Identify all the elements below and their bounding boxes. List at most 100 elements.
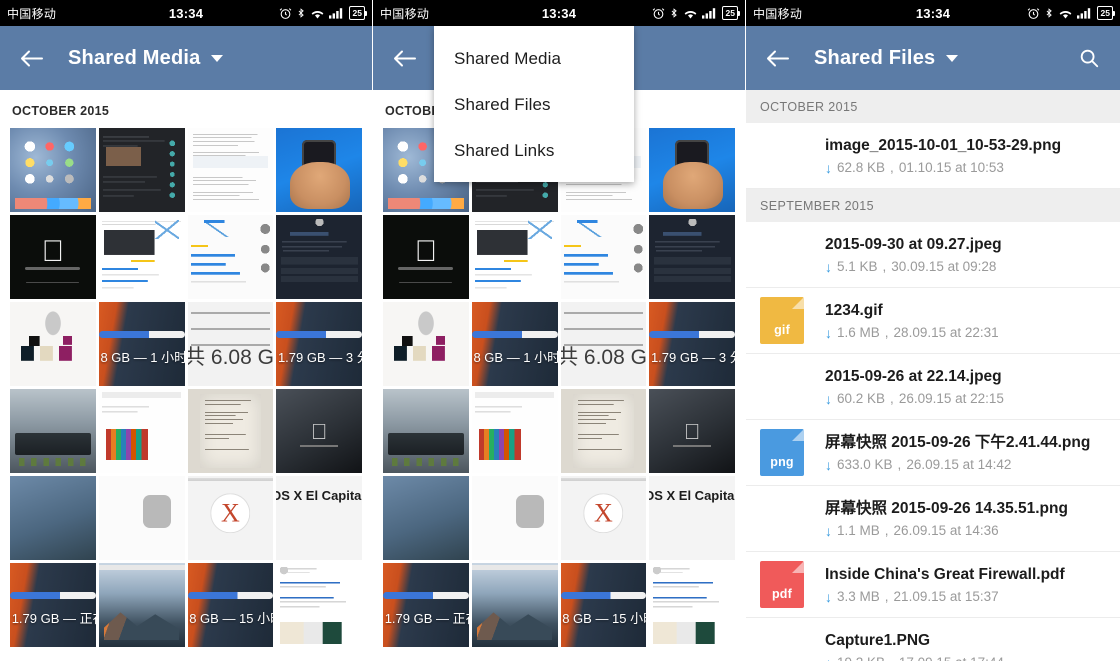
- file-name: Inside China's Great Firewall.pdf: [825, 565, 1065, 583]
- bluetooth-icon: [298, 8, 304, 18]
- back-arrow-icon[interactable]: [387, 40, 423, 76]
- media-thumbnail[interactable]: [471, 215, 558, 300]
- bluetooth-icon: [1046, 8, 1052, 18]
- file-size: 60.2 KB: [837, 391, 886, 407]
- file-name: Capture1.PNG: [825, 631, 931, 649]
- media-thumbnail[interactable]: [276, 476, 362, 561]
- png-file-icon: png: [760, 429, 804, 476]
- menu-item-shared-files[interactable]: Shared Files: [434, 82, 634, 128]
- media-thumbnail[interactable]: [10, 128, 96, 213]
- media-thumbnail[interactable]: [649, 563, 735, 648]
- file-date: 01.10.15 at 10:53: [898, 160, 1004, 176]
- file-name: image_2015-10-01_10-53-29.png: [825, 136, 1062, 154]
- media-thumbnail[interactable]: [471, 476, 558, 561]
- page-title: Shared Media: [68, 46, 201, 69]
- menu-item-shared-media[interactable]: Shared Media: [434, 36, 634, 82]
- media-thumbnail[interactable]: [276, 215, 362, 300]
- media-thumbnail[interactable]: [560, 476, 647, 561]
- alarm-icon: [652, 7, 665, 19]
- file-thumbnail-icon: [760, 231, 807, 278]
- media-thumbnail[interactable]: [649, 476, 735, 561]
- file-name: 屏幕快照 2015-09-26 下午2.41.44.png: [825, 433, 1091, 451]
- media-thumbnail[interactable]: [383, 215, 469, 300]
- media-thumbnail[interactable]: [10, 389, 96, 474]
- file-list-item[interactable]: gif 1234.gif ↓ 1.6 MB, 28.09.15 at 22:31: [746, 288, 1120, 354]
- file-sep: ,: [884, 589, 889, 605]
- file-list-item[interactable]: 屏幕快照 2015-09-26 14.35.51.png ↓ 1.1 MB, 2…: [746, 486, 1120, 552]
- file-info: 1234.gif ↓ 1.6 MB, 28.09.15 at 22:31: [825, 301, 1106, 340]
- media-thumbnail[interactable]: [10, 563, 96, 648]
- status-bar: 中国移动 13:34 25: [746, 0, 1120, 26]
- file-subtitle: ↓ 3.3 MB, 21.09.15 at 15:37: [825, 589, 1106, 604]
- file-date: 26.09.15 at 22:15: [898, 391, 1004, 407]
- media-thumbnail[interactable]: [10, 476, 96, 561]
- file-sep: ,: [882, 259, 887, 275]
- file-thumbnail-icon: [760, 363, 807, 410]
- file-list-item[interactable]: 2015-09-26 at 22.14.jpeg ↓ 60.2 KB, 26.0…: [746, 354, 1120, 420]
- media-thumbnail[interactable]: [187, 302, 274, 387]
- media-thumbnail[interactable]: [649, 302, 735, 387]
- media-grid: [373, 128, 745, 648]
- media-thumbnail[interactable]: [187, 476, 274, 561]
- file-list-item[interactable]: Capture1.PNG ↓ 19.2 KB, 17.09.15 at 17:4…: [746, 618, 1120, 661]
- file-sep: ,: [890, 391, 894, 407]
- file-size: 19.2 KB: [837, 655, 885, 661]
- media-thumbnail[interactable]: [187, 215, 274, 300]
- media-thumbnail[interactable]: [560, 563, 647, 648]
- menu-item-shared-links[interactable]: Shared Links: [434, 128, 634, 174]
- media-thumbnail[interactable]: [187, 128, 274, 213]
- file-list-item[interactable]: image_2015-10-01_10-53-29.png ↓ 62.8 KB,…: [746, 123, 1120, 189]
- file-list-item[interactable]: pdf Inside China's Great Firewall.pdf ↓ …: [746, 552, 1120, 618]
- media-thumbnail[interactable]: [98, 563, 185, 648]
- media-thumbnail[interactable]: [276, 302, 362, 387]
- file-info: 屏幕快照 2015-09-26 下午2.41.44.png ↓ 633.0 KB…: [825, 433, 1106, 472]
- media-thumbnail[interactable]: [471, 563, 558, 648]
- media-thumbnail[interactable]: [10, 215, 96, 300]
- file-info: image_2015-10-01_10-53-29.png ↓ 62.8 KB,…: [825, 136, 1106, 175]
- media-thumbnail[interactable]: [560, 302, 647, 387]
- media-thumbnail[interactable]: [98, 302, 185, 387]
- file-thumbnail-icon: [760, 627, 807, 661]
- file-list-item[interactable]: 2015-09-30 at 09.27.jpeg ↓ 5.1 KB, 30.09…: [746, 222, 1120, 288]
- download-arrow-icon: ↓: [825, 656, 832, 661]
- media-thumbnail[interactable]: [649, 128, 735, 213]
- chevron-down-icon[interactable]: [946, 54, 959, 62]
- gif-file-icon: gif: [760, 297, 804, 344]
- media-thumbnail[interactable]: [383, 389, 469, 474]
- media-thumbnail[interactable]: [276, 389, 362, 474]
- media-thumbnail[interactable]: [649, 389, 735, 474]
- file-size: 1.1 MB: [837, 523, 880, 539]
- media-thumbnail[interactable]: [187, 563, 274, 648]
- file-size: 1.6 MB: [837, 325, 880, 341]
- media-thumbnail[interactable]: [471, 389, 558, 474]
- alarm-icon: [279, 7, 292, 19]
- download-arrow-icon: ↓: [825, 159, 832, 176]
- back-arrow-icon[interactable]: [14, 40, 50, 76]
- media-thumbnail[interactable]: [98, 389, 185, 474]
- file-size: 3.3 MB: [837, 589, 880, 605]
- media-thumbnail[interactable]: [98, 128, 185, 213]
- file-sep: ,: [884, 325, 889, 341]
- media-thumbnail[interactable]: [560, 389, 647, 474]
- file-list-item[interactable]: png 屏幕快照 2015-09-26 下午2.41.44.png ↓ 633.…: [746, 420, 1120, 486]
- media-thumbnail[interactable]: [383, 476, 469, 561]
- page-title: Shared Files: [814, 46, 936, 69]
- file-name: 1234.gif: [825, 301, 883, 319]
- media-thumbnail[interactable]: [649, 215, 735, 300]
- media-thumbnail[interactable]: [383, 563, 469, 648]
- media-thumbnail[interactable]: [560, 215, 647, 300]
- media-thumbnail[interactable]: [10, 302, 96, 387]
- media-thumbnail[interactable]: [187, 389, 274, 474]
- file-subtitle: ↓ 1.6 MB, 28.09.15 at 22:31: [825, 325, 1106, 340]
- back-arrow-icon[interactable]: [760, 40, 796, 76]
- media-thumbnail[interactable]: [98, 476, 185, 561]
- media-thumbnail[interactable]: [98, 215, 185, 300]
- media-thumbnail[interactable]: [276, 563, 362, 648]
- search-icon[interactable]: [1072, 41, 1106, 75]
- media-thumbnail[interactable]: [276, 128, 362, 213]
- media-thumbnail[interactable]: [471, 302, 558, 387]
- chevron-down-icon[interactable]: [211, 54, 224, 62]
- file-info: Inside China's Great Firewall.pdf ↓ 3.3 …: [825, 565, 1106, 604]
- media-thumbnail[interactable]: [383, 302, 469, 387]
- file-size: 5.1 KB: [837, 259, 878, 275]
